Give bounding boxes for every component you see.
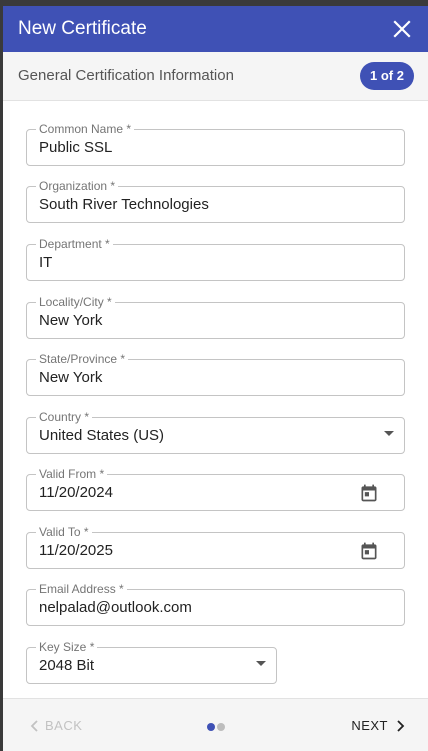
section-title: General Certification Information bbox=[18, 67, 234, 84]
valid-from-label: Valid From * bbox=[36, 467, 108, 481]
organization-value: South River Technologies bbox=[39, 196, 209, 213]
back-button[interactable]: BACK bbox=[29, 718, 82, 734]
calendar-icon[interactable] bbox=[359, 541, 379, 561]
step-badge: 1 of 2 bbox=[360, 62, 414, 90]
next-button[interactable]: NEXT bbox=[351, 718, 406, 734]
department-value: IT bbox=[39, 254, 53, 271]
country-label: Country * bbox=[36, 410, 93, 424]
new-certificate-dialog: New Certificate General Certification In… bbox=[3, 6, 428, 751]
step-dot-inactive bbox=[217, 723, 225, 731]
certificate-form: Common Name * Public SSL Organization * … bbox=[3, 101, 428, 698]
organization-field[interactable]: Organization * South River Technologies bbox=[26, 179, 405, 223]
locality-field[interactable]: Locality/City * New York bbox=[26, 295, 405, 339]
close-button[interactable] bbox=[390, 17, 414, 41]
department-label: Department * bbox=[36, 237, 113, 251]
state-field[interactable]: State/Province * New York bbox=[26, 352, 405, 396]
calendar-icon[interactable] bbox=[359, 483, 379, 503]
key-size-label: Key Size * bbox=[36, 640, 98, 654]
close-icon bbox=[393, 20, 411, 38]
valid-to-value: 11/20/2025 bbox=[39, 542, 113, 559]
key-size-value: 2048 Bit bbox=[39, 657, 95, 674]
locality-value: New York bbox=[39, 312, 103, 329]
organization-label: Organization * bbox=[36, 179, 119, 193]
chevron-right-icon bbox=[397, 720, 405, 732]
email-field[interactable]: Email Address * nelpalad@outlook.com bbox=[26, 582, 405, 626]
email-label: Email Address * bbox=[36, 582, 127, 596]
chevron-left-icon bbox=[30, 720, 38, 732]
state-label: State/Province * bbox=[36, 352, 129, 366]
caret-down-icon[interactable] bbox=[256, 661, 266, 666]
valid-from-field[interactable]: Valid From * 11/20/2024 bbox=[26, 467, 405, 511]
step-dot-active bbox=[207, 723, 215, 731]
common-name-label: Common Name * bbox=[36, 122, 135, 136]
dialog-titlebar: New Certificate bbox=[3, 6, 428, 52]
state-value: New York bbox=[39, 369, 103, 386]
common-name-field[interactable]: Common Name * Public SSL bbox=[26, 122, 405, 166]
country-value: United States (US) bbox=[39, 427, 165, 444]
email-value: nelpalad@outlook.com bbox=[39, 599, 192, 616]
valid-to-label: Valid To * bbox=[36, 525, 92, 539]
common-name-value: Public SSL bbox=[39, 139, 113, 156]
next-label: NEXT bbox=[351, 718, 388, 733]
back-label: BACK bbox=[45, 718, 83, 733]
key-size-select[interactable]: Key Size * 2048 Bit bbox=[26, 640, 277, 684]
dialog-subheader: General Certification Information 1 of 2 bbox=[3, 52, 428, 101]
country-select[interactable]: Country * United States (US) bbox=[26, 410, 405, 454]
valid-to-field[interactable]: Valid To * 11/20/2025 bbox=[26, 525, 405, 569]
department-field[interactable]: Department * IT bbox=[26, 237, 405, 281]
valid-from-value: 11/20/2024 bbox=[39, 484, 113, 501]
caret-down-icon[interactable] bbox=[384, 431, 394, 436]
dialog-title: New Certificate bbox=[18, 18, 147, 39]
step-indicator bbox=[207, 723, 227, 731]
dialog-footer: BACK NEXT bbox=[3, 698, 428, 751]
locality-label: Locality/City * bbox=[36, 295, 115, 309]
